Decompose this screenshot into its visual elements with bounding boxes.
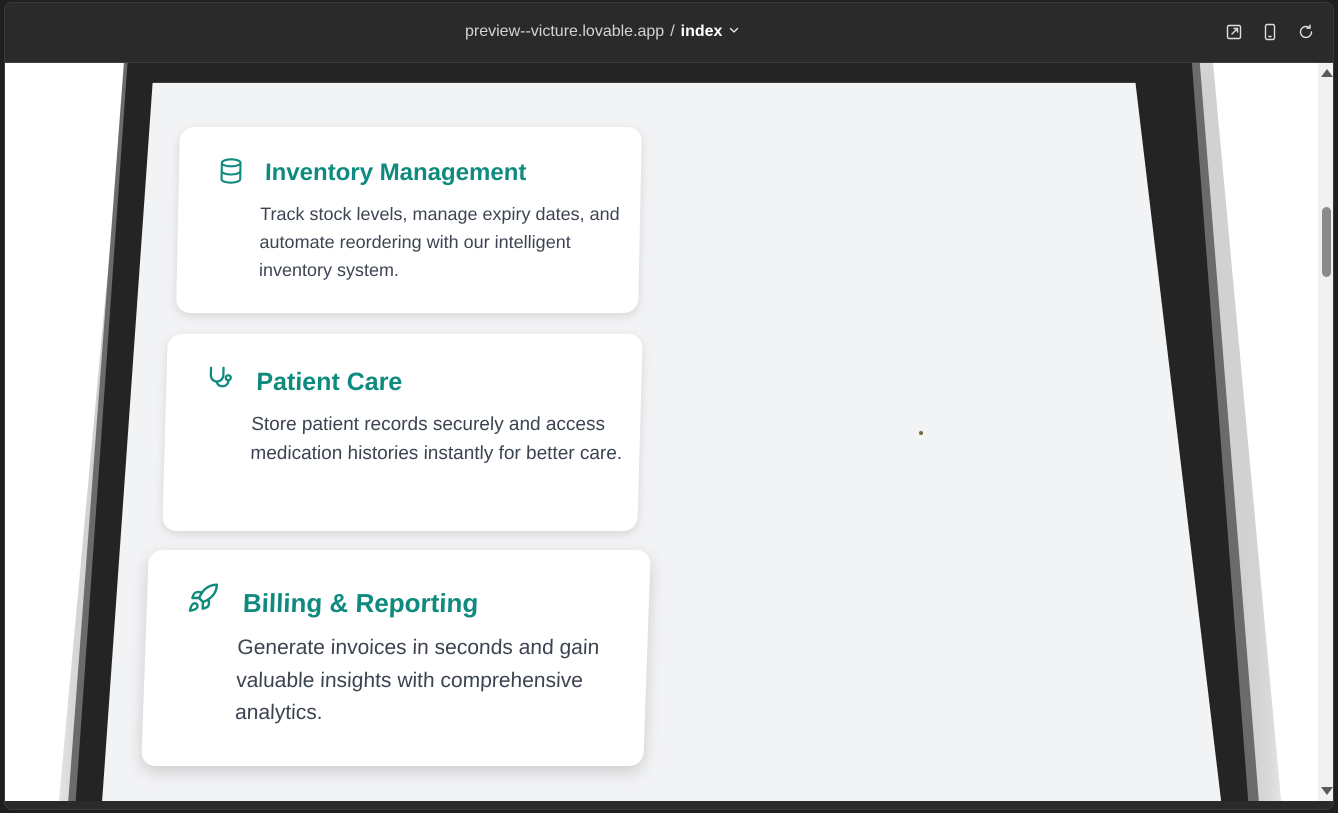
vertical-scrollbar[interactable] (1318, 63, 1333, 801)
url-host: preview--victure.lovable.app (465, 23, 665, 40)
decorative-dot (919, 431, 923, 435)
feature-description: Generate invoices in seconds and gain va… (234, 636, 600, 725)
feature-card-patient-care: Patient Care Store patient records secur… (162, 334, 643, 531)
feature-description: Track stock levels, manage expiry dates,… (258, 204, 620, 280)
url-breadcrumb[interactable]: preview--victure.lovable.app / index (465, 23, 740, 41)
open-external-icon[interactable] (1225, 23, 1243, 41)
preview-viewport: Inventory Management Track stock levels,… (5, 63, 1318, 801)
preview-toolbar: preview--victure.lovable.app / index (5, 3, 1333, 63)
scrollbar-thumb[interactable] (1322, 207, 1331, 277)
mobile-device-icon[interactable] (1261, 23, 1279, 41)
stethoscope-icon (204, 364, 235, 399)
scroll-up-arrow-icon[interactable] (1321, 69, 1333, 77)
url-separator: / (670, 23, 675, 40)
feature-card-inventory: Inventory Management Track stock levels,… (176, 127, 642, 313)
feature-title: Inventory Management (264, 159, 527, 186)
feature-title: Billing & Reporting (242, 588, 479, 618)
chevron-down-icon[interactable] (728, 23, 740, 41)
url-page-selector[interactable]: index (681, 23, 723, 41)
feature-title: Patient Care (256, 368, 403, 396)
browser-window: preview--victure.lovable.app / index Inv… (4, 2, 1334, 810)
toolbar-actions (1225, 23, 1315, 41)
rocket-icon (186, 582, 219, 619)
feature-description: Store patient records securely and acces… (250, 414, 623, 465)
feature-card-billing: Billing & Reporting Generate invoices in… (141, 550, 651, 766)
database-icon (217, 157, 246, 190)
scroll-down-arrow-icon[interactable] (1321, 787, 1333, 795)
refresh-icon[interactable] (1297, 23, 1315, 41)
